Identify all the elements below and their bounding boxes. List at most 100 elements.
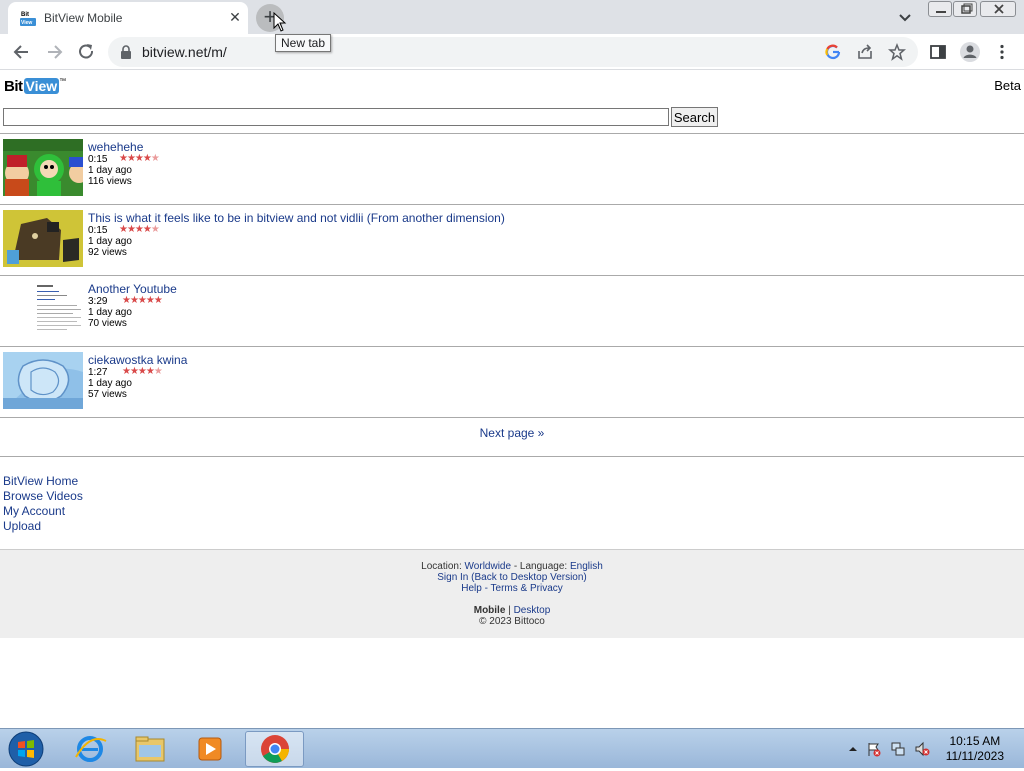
- video-title[interactable]: Another Youtube: [88, 282, 177, 296]
- svg-text:View: View: [21, 20, 32, 26]
- video-list-item[interactable]: wehehehe 0:15 ★★★★★ 1 day ago 116 views: [0, 134, 1024, 205]
- tab-strip: Bit View BitView Mobile ✕ + New tab: [0, 0, 1024, 52]
- windows-start-icon[interactable]: [6, 731, 46, 767]
- beta-label: Beta: [994, 78, 1021, 93]
- logo-bit: Bit: [4, 78, 23, 95]
- footer-mode-line: Mobile | Desktop: [0, 605, 1024, 616]
- more-menu-icon[interactable]: [993, 43, 1011, 61]
- video-thumbnail[interactable]: [3, 281, 83, 338]
- minimize-button[interactable]: [928, 1, 952, 17]
- rating-stars-icon: ★★★★★: [119, 224, 160, 235]
- new-tab-tooltip: New tab: [275, 34, 332, 52]
- logo-tm: ™: [59, 78, 67, 85]
- internet-explorer-icon[interactable]: [62, 731, 118, 767]
- site-footer: Location: Worldwide - Language: English …: [0, 549, 1024, 638]
- video-duration: 1:27: [88, 367, 108, 378]
- logo-view: View: [23, 78, 60, 94]
- footer-spacer: [0, 594, 1024, 605]
- desktop-mode-link[interactable]: Desktop: [514, 605, 551, 616]
- video-upload-time: 1 day ago: [88, 307, 132, 318]
- video-views: 92 views: [88, 247, 127, 258]
- back-arrow-icon[interactable]: [8, 38, 36, 66]
- tab-close-icon[interactable]: ✕: [226, 8, 244, 26]
- clock-time: 10:15 AM: [949, 734, 1001, 748]
- side-panel-icon[interactable]: [929, 43, 947, 61]
- video-duration: 0:15: [88, 225, 108, 236]
- video-list-item[interactable]: ciekawostka kwina 1:27 ★★★★★ 1 day ago 5…: [0, 347, 1024, 418]
- taskbar: 10:15 AM 11/11/2023: [0, 728, 1024, 768]
- location-link[interactable]: Worldwide: [465, 561, 512, 572]
- video-views: 116 views: [88, 176, 132, 187]
- copyright: © 2023 Bittoco: [479, 616, 545, 627]
- desktop-version-link[interactable]: (Back to Desktop Version): [471, 572, 587, 583]
- browser-tab[interactable]: Bit View BitView Mobile ✕: [8, 2, 248, 34]
- video-duration: 3:29: [88, 296, 108, 307]
- mouse-cursor-icon: [273, 12, 287, 32]
- address-bar[interactable]: bitview.net/m/: [108, 37, 918, 67]
- clock-date: 11/11/2023: [945, 749, 1004, 763]
- video-thumbnail[interactable]: [3, 210, 83, 267]
- footer-help-line: Help - Terms & Privacy: [0, 583, 1024, 594]
- my-account-link[interactable]: My Account: [3, 504, 83, 519]
- chrome-icon: [261, 735, 289, 763]
- system-clock[interactable]: 10:15 AM 11/11/2023: [946, 734, 1004, 764]
- video-title[interactable]: ciekawostka kwina: [88, 353, 187, 367]
- nav-links: BitView Home Browse Videos My Account Up…: [3, 474, 83, 534]
- share-icon[interactable]: [856, 43, 874, 61]
- help-separator: -: [484, 583, 488, 594]
- video-upload-time: 1 day ago: [88, 378, 132, 389]
- tab-search-chevron-icon[interactable]: [896, 8, 914, 26]
- profile-avatar-icon[interactable]: [959, 41, 981, 63]
- url-text[interactable]: bitview.net/m/: [142, 44, 227, 60]
- video-title[interactable]: wehehehe: [88, 140, 143, 154]
- reload-icon[interactable]: [72, 38, 100, 66]
- video-list-item[interactable]: This is what it feels like to be in bitv…: [0, 205, 1024, 276]
- lock-icon[interactable]: [120, 45, 132, 59]
- file-explorer-icon[interactable]: [122, 731, 178, 767]
- video-title[interactable]: This is what it feels like to be in bitv…: [88, 211, 505, 225]
- divider: [0, 456, 1024, 457]
- terms-link[interactable]: Terms & Privacy: [491, 583, 563, 594]
- search-input[interactable]: [3, 108, 669, 126]
- location-label: Location:: [421, 561, 462, 572]
- browse-videos-link[interactable]: Browse Videos: [3, 489, 83, 504]
- upload-link[interactable]: Upload: [3, 519, 83, 534]
- action-center-flag-icon[interactable]: [866, 741, 882, 757]
- video-views: 70 views: [88, 318, 127, 329]
- svg-text:Bit: Bit: [21, 12, 29, 18]
- mode-separator: |: [508, 605, 511, 616]
- restore-button[interactable]: [953, 1, 977, 17]
- chrome-taskbar-button[interactable]: [245, 731, 304, 767]
- rating-stars-icon: ★★★★★: [122, 295, 163, 306]
- video-list-item[interactable]: Another Youtube 3:29 ★★★★★ 1 day ago 70 …: [0, 276, 1024, 347]
- show-hidden-icons-icon[interactable]: [845, 741, 861, 757]
- search-button[interactable]: Search: [671, 107, 718, 127]
- video-views: 57 views: [88, 389, 127, 400]
- footer-signin-line: Sign In (Back to Desktop Version): [0, 572, 1024, 583]
- bitview-home-link[interactable]: BitView Home: [3, 474, 83, 489]
- tab-title: BitView Mobile: [44, 11, 123, 25]
- page-content: Bit View ™ Beta Search wehehehe 0:15 ★★★★★…: [0, 71, 1024, 728]
- browser-toolbar: bitview.net/m/: [0, 34, 1024, 70]
- language-link[interactable]: English: [570, 561, 603, 572]
- bookmark-star-icon[interactable]: [888, 43, 906, 61]
- network-icon[interactable]: [890, 741, 906, 757]
- media-player-icon[interactable]: [182, 731, 238, 767]
- bitview-favicon-icon: Bit View: [20, 10, 36, 26]
- google-icon[interactable]: [824, 43, 842, 61]
- close-window-button[interactable]: [980, 1, 1016, 17]
- language-label: - Language:: [513, 561, 568, 572]
- video-thumbnail[interactable]: [3, 139, 83, 196]
- video-thumbnail[interactable]: [3, 352, 83, 409]
- footer-location-line: Location: Worldwide - Language: English: [0, 561, 1024, 572]
- forward-arrow-icon[interactable]: [40, 38, 68, 66]
- volume-muted-icon[interactable]: [914, 741, 930, 757]
- sign-in-link[interactable]: Sign In: [437, 572, 468, 583]
- next-page-link[interactable]: Next page »: [0, 426, 1024, 440]
- video-upload-time: 1 day ago: [88, 165, 132, 176]
- help-link[interactable]: Help: [461, 583, 482, 594]
- bitview-logo[interactable]: Bit View ™: [4, 78, 66, 98]
- video-upload-time: 1 day ago: [88, 236, 132, 247]
- video-duration: 0:15: [88, 154, 108, 165]
- rating-stars-icon: ★★★★★: [122, 366, 163, 377]
